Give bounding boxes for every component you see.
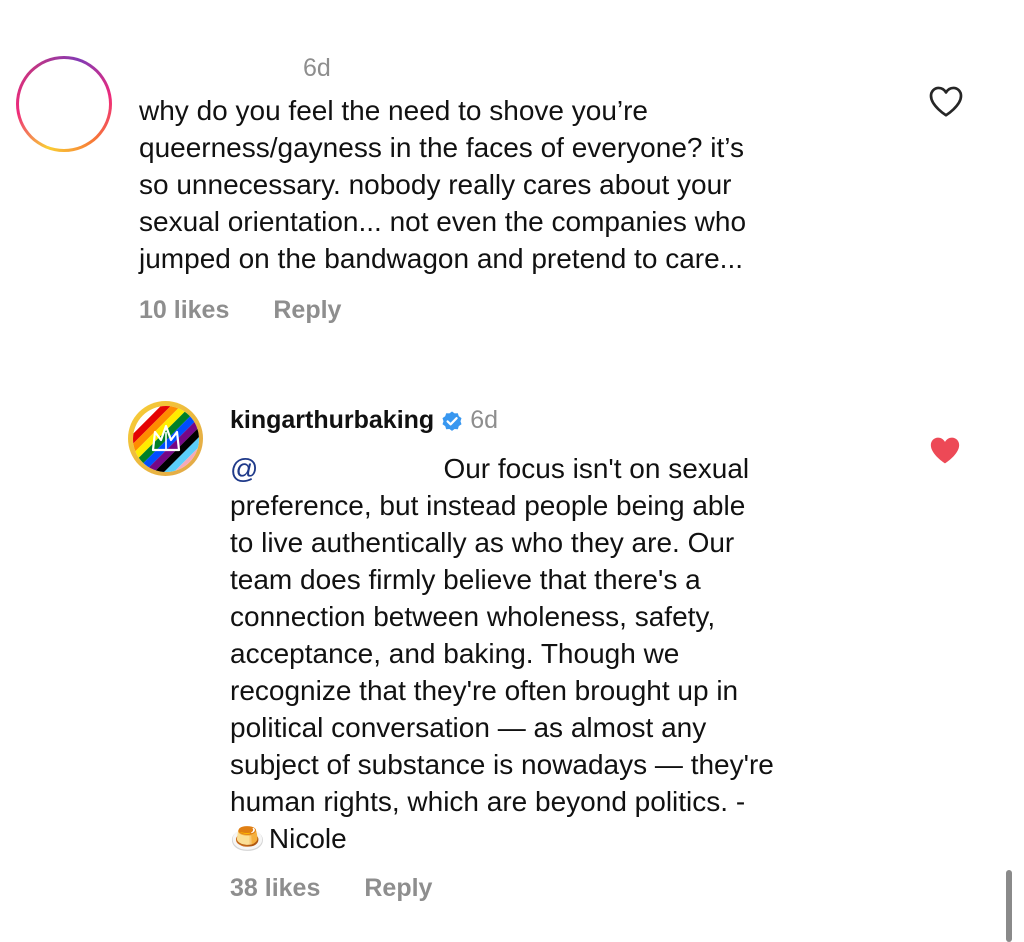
reply-text: @ Our focus isn't on sexual preference, b… [230, 450, 930, 857]
kingarthurbaking-avatar[interactable] [128, 401, 203, 476]
comment-text: why do you feel the need to shove you’re… [139, 95, 747, 274]
verified-badge-icon [442, 411, 462, 431]
reply-actions: 38 likes Reply [230, 874, 432, 903]
heart-outline-icon[interactable] [928, 84, 964, 118]
signature-name: Nicole [268, 823, 347, 854]
avatar-placeholder [19, 59, 109, 149]
username-link[interactable]: kingarthurbaking [230, 406, 434, 435]
flan-emoji-icon: 🍮 [230, 822, 265, 854]
reply-text-first-line: Our focus isn't on sexual [443, 453, 750, 484]
reply-text-body: preference, but instead people being abl… [230, 490, 774, 817]
heart-filled-icon[interactable] [928, 434, 962, 466]
scrollbar[interactable] [1006, 870, 1012, 942]
likes-count[interactable]: 38 likes [230, 874, 320, 903]
comment-actions: 10 likes Reply [139, 296, 341, 325]
commenter-avatar[interactable] [16, 56, 112, 152]
signature-line: 🍮 Nicole [230, 820, 930, 857]
reply-header: kingarthurbaking 6d [230, 406, 498, 435]
reply-button[interactable]: Reply [273, 296, 341, 325]
pride-logo-icon [132, 405, 199, 472]
likes-count[interactable]: 10 likes [139, 296, 229, 325]
reply-button[interactable]: Reply [364, 874, 432, 903]
reply-timestamp: 6d [470, 406, 498, 434]
mention-link[interactable]: @ [230, 453, 258, 484]
comment-timestamp: 6d [303, 54, 331, 82]
